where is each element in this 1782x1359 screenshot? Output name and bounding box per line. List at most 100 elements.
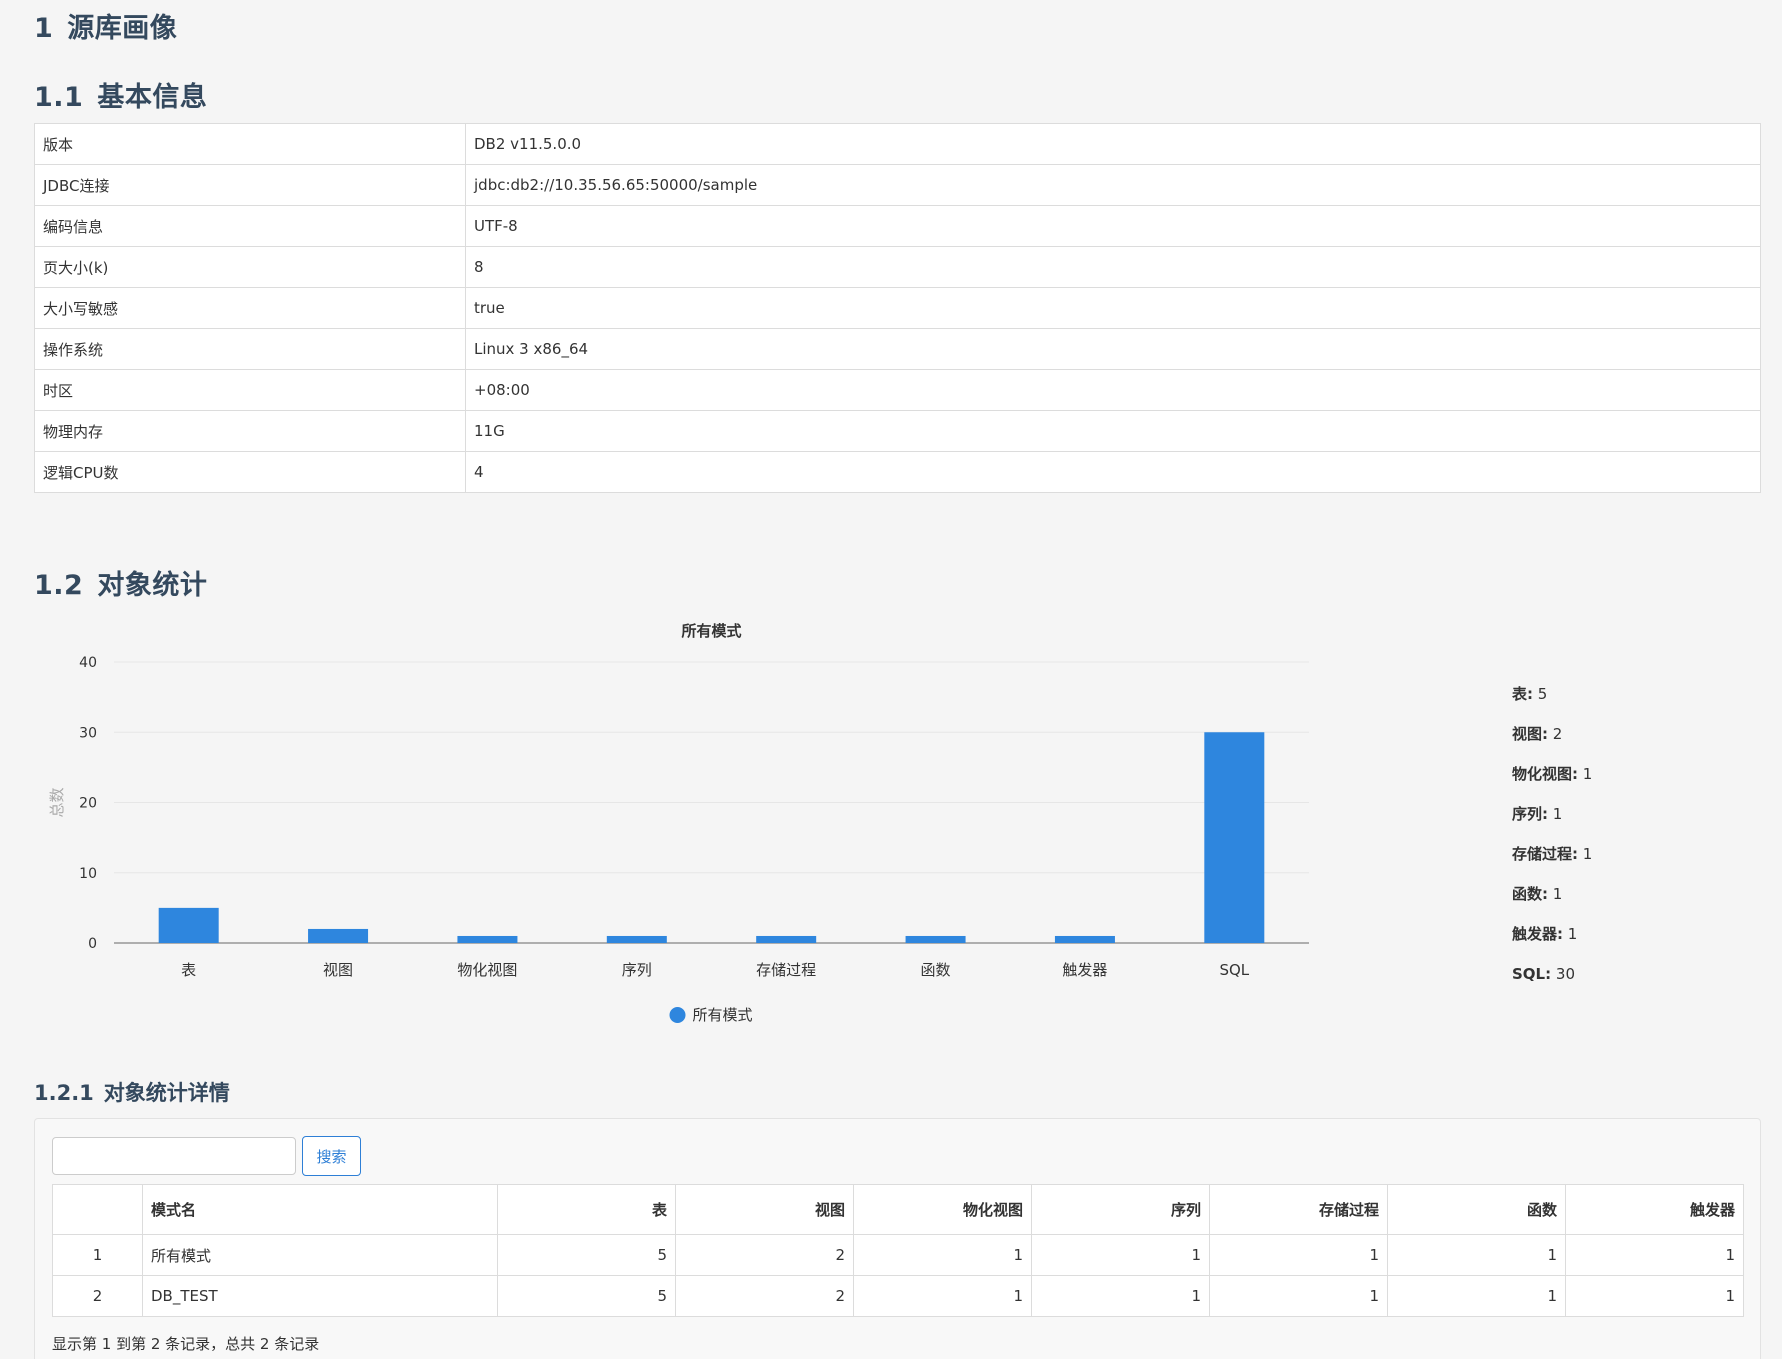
object-stats-summary: 表: 5 视图: 2 物化视图: 1 序列: 1 存储过程: 1 函数: 1 触… [1512, 674, 1592, 994]
x-tick-label: 存储过程 [756, 961, 816, 979]
bar [1054, 935, 1115, 943]
object-stats-number: 1.2 [34, 570, 84, 601]
column-header-schema[interactable]: 模式名 [142, 1184, 498, 1235]
info-value: jdbc:db2://10.35.56.65:50000/sample [465, 164, 1761, 206]
bar [158, 907, 219, 943]
object-detail-number: 1.2.1 [34, 1081, 94, 1105]
summary-label: 视图: [1512, 725, 1548, 743]
object-stats-chart-area: 所有模式 0 10 20 30 40 总数表视图 物化视图 序列 存储过程 函数 触发器 SQL 所有模式… [34, 610, 1761, 1030]
info-row: 大小写敏感 true [34, 287, 1761, 329]
table-row: 2 DB_TEST 5 2 1 1 1 1 1 [52, 1275, 1744, 1317]
search-input[interactable] [52, 1137, 296, 1175]
row-procedure-count: 1 [1209, 1234, 1388, 1276]
table-header-row: 模式名 表 视图 物化视图 序列 存储过程 函数 触发器 [52, 1184, 1744, 1235]
summary-item: 序列: 1 [1512, 794, 1592, 834]
bar [1204, 732, 1265, 943]
summary-label: 物化视图: [1512, 765, 1578, 783]
row-function-count: 1 [1387, 1234, 1566, 1276]
row-procedure-count: 1 [1209, 1275, 1388, 1317]
table-row: 1 所有模式 5 2 1 1 1 1 1 [52, 1234, 1744, 1276]
chart-title: 所有模式 [681, 622, 741, 640]
info-row: 时区 +08:00 [34, 369, 1761, 411]
summary-item: SQL: 30 [1512, 954, 1592, 994]
column-header-table[interactable]: 表 [497, 1184, 676, 1235]
summary-item: 触发器: 1 [1512, 914, 1592, 954]
basic-info-title-text: 基本信息 [97, 82, 208, 113]
info-key: 编码信息 [34, 205, 466, 247]
object-detail-table: 模式名 表 视图 物化视图 序列 存储过程 函数 触发器 1 所有模式 5 2 … [52, 1184, 1744, 1317]
column-header-mview[interactable]: 物化视图 [853, 1184, 1032, 1235]
summary-value: 1 [1567, 925, 1578, 943]
summary-value: 5 [1537, 685, 1548, 703]
row-mview-count: 1 [853, 1234, 1032, 1276]
row-function-count: 1 [1387, 1275, 1566, 1317]
info-row: 逻辑CPU数 4 [34, 451, 1761, 493]
x-tick-label: 函数 [921, 961, 951, 979]
section-title-text: 源库画像 [67, 13, 178, 44]
y-tick-label: 30 [79, 725, 97, 741]
column-header-index[interactable] [52, 1184, 143, 1235]
y-tick-label: 40 [79, 655, 97, 671]
info-key: 逻辑CPU数 [34, 451, 466, 493]
row-view-count: 2 [675, 1275, 854, 1317]
summary-label: SQL: [1512, 965, 1552, 983]
row-view-count: 2 [675, 1234, 854, 1276]
bar [905, 935, 966, 943]
y-tick-label: 20 [79, 796, 97, 812]
info-value: +08:00 [465, 369, 1761, 411]
object-stats-chart: 所有模式 0 10 20 30 40 总数表 视图 物化视图 序列 存储过程 函数 触发器 SQL 所有模式 [48, 622, 1309, 1024]
summary-value: 1 [1552, 885, 1563, 903]
info-value: true [465, 287, 1761, 329]
bar [457, 935, 518, 943]
summary-label: 触发器: [1512, 925, 1563, 943]
bar [756, 935, 817, 943]
object-stats-title-text: 对象统计 [97, 570, 208, 601]
info-key: 操作系统 [34, 328, 466, 370]
summary-label: 函数: [1512, 885, 1548, 903]
x-tick-label: 触发器 [1062, 961, 1107, 979]
summary-item: 表: 5 [1512, 674, 1592, 714]
summary-value: 1 [1582, 765, 1593, 783]
column-header-trigger[interactable]: 触发器 [1565, 1184, 1744, 1235]
info-value: Linux 3 x86_64 [465, 328, 1761, 370]
x-tick-label: 物化视图 [457, 961, 517, 979]
info-key: JDBC连接 [34, 164, 466, 206]
row-table-count: 5 [497, 1275, 676, 1317]
basic-info-number: 1.1 [34, 82, 84, 113]
column-header-view[interactable]: 视图 [675, 1184, 854, 1235]
info-key: 版本 [34, 123, 466, 165]
summary-value: 30 [1555, 965, 1575, 983]
row-index: 1 [52, 1234, 143, 1276]
column-header-function[interactable]: 函数 [1387, 1184, 1566, 1235]
summary-item: 存储过程: 1 [1512, 834, 1592, 874]
summary-item: 函数: 1 [1512, 874, 1592, 914]
info-value: 8 [465, 246, 1761, 288]
info-row: 操作系统 Linux 3 x86_64 [34, 328, 1761, 370]
row-trigger-count: 1 [1565, 1275, 1744, 1317]
row-schema: DB_TEST [142, 1275, 498, 1317]
info-row: 物理内存 11G [34, 410, 1761, 452]
row-index: 2 [52, 1275, 143, 1317]
summary-value: 2 [1552, 725, 1563, 743]
summary-item: 视图: 2 [1512, 714, 1592, 754]
column-header-sequence[interactable]: 序列 [1031, 1184, 1210, 1235]
legend-marker [669, 1007, 686, 1023]
column-header-procedure[interactable]: 存储过程 [1209, 1184, 1388, 1235]
info-row: JDBC连接 jdbc:db2://10.35.56.65:50000/sampl… [34, 164, 1761, 206]
row-schema: 所有模式 [142, 1234, 498, 1276]
info-value: 11G [465, 410, 1761, 452]
info-value: DB2 v11.5.0.0 [465, 123, 1761, 165]
x-tick-label: 表 [181, 961, 196, 979]
summary-value: 1 [1552, 805, 1563, 823]
row-sequence-count: 1 [1031, 1275, 1210, 1317]
info-row: 版本 DB2 v11.5.0.0 [34, 123, 1761, 165]
row-table-count: 5 [497, 1234, 676, 1276]
info-row: 编码信息 UTF-8 [34, 205, 1761, 247]
row-mview-count: 1 [853, 1275, 1032, 1317]
y-tick-label: 10 [79, 866, 97, 882]
summary-label: 表: [1512, 685, 1533, 703]
info-key: 物理内存 [34, 410, 466, 452]
summary-label: 存储过程: [1512, 845, 1578, 863]
search-button[interactable]: 搜索 [302, 1136, 361, 1176]
x-tick-label: SQL [1219, 961, 1249, 979]
